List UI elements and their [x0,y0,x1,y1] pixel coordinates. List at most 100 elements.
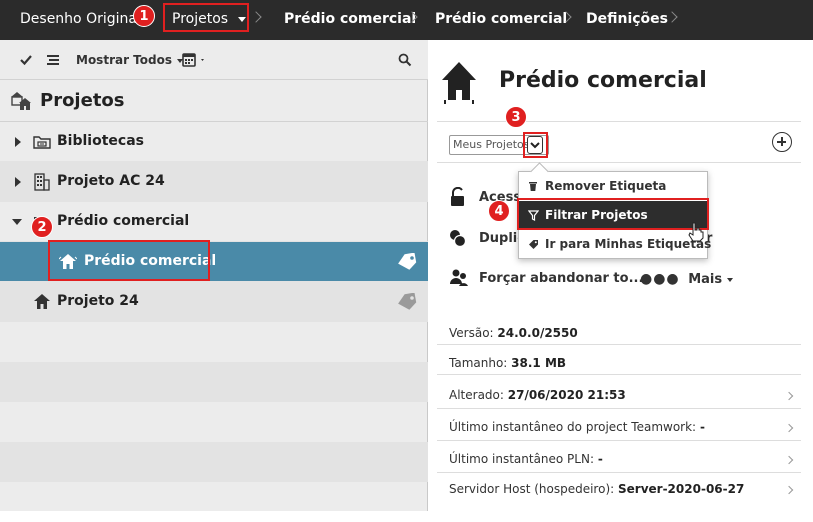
info-label: Tamanho: [449,356,508,370]
info-value: Server-2020-06-27 [618,482,745,496]
empty-row [0,362,428,402]
tree-row-label: Projeto 24 [57,293,139,309]
folder-library-icon [33,134,51,154]
search-icon[interactable] [398,53,412,71]
tree-row-projeto-24[interactable]: Projeto 24 [0,282,428,322]
tag-icon[interactable] [397,292,417,315]
divider [437,121,801,122]
breadcrumb-predio-comercial-2[interactable]: Prédio comercial [435,0,567,40]
breadcrumb-projetos-dropdown[interactable]: Projetos [172,0,247,40]
tree-title-label: Projetos [40,90,125,111]
duplicate-icon [449,228,467,252]
force-release-action[interactable]: Forçar abandonar to... [479,271,643,286]
show-all-label: Mostrar Todos [76,53,172,67]
empty-row [0,402,428,442]
tree-title: Projetos [0,80,428,122]
tree-row-label: Prédio comercial [57,213,190,229]
breadcrumb-desenho-original[interactable]: Desenho Original [20,0,141,40]
tree-row-projeto-ac-24[interactable]: Projeto AC 24 [0,162,428,202]
info-value: 38.1 MB [511,356,567,370]
filter-icon [528,210,539,221]
empty-row [0,322,428,362]
my-projects-select-value: Meus Projetos [453,138,530,151]
expand-arrow-icon[interactable] [15,177,21,187]
breadcrumb: Desenho Original Projetos Prédio comerci… [0,0,813,40]
tag-icon [529,240,538,249]
breadcrumb-predio-comercial-1[interactable]: Prédio comercial [284,0,416,40]
empty-row [0,482,428,522]
menu-item-filter-projects[interactable]: Filtrar Projetos [519,201,707,229]
tree-row-predio-comercial-parent[interactable]: Prédio comercial [0,202,428,242]
info-pln-snapshot[interactable]: Último instantâneo PLN: - [449,452,603,466]
menu-item-label: Ir para Minhas Etiquetas [545,237,712,251]
caret-down-icon [727,277,734,282]
more-dropdown[interactable]: ●●● Mais [640,271,734,287]
tree-row-label: Prédio comercial [84,253,217,269]
detail-title: Prédio comercial [499,68,707,93]
callout-4: 4 [488,200,510,222]
info-teamwork-snapshot[interactable]: Último instantâneo do project Teamwork: … [449,420,705,434]
divider [437,162,801,163]
tree-toolbar: Mostrar Todos [0,40,428,80]
projects-stack-icon [9,89,33,115]
chevron-right-icon [250,11,262,23]
info-label: Versão: [449,326,494,340]
unlock-icon [449,186,467,211]
breadcrumb-projetos-label: Projetos [172,11,229,27]
tree-row-label: Projeto AC 24 [57,173,165,189]
menu-item-go-to-my-tags[interactable]: Ir para Minhas Etiquetas [519,230,711,258]
divider [437,408,801,409]
info-value: 27/06/2020 21:53 [507,388,626,402]
collapse-arrow-icon[interactable] [12,219,22,225]
add-button[interactable] [772,132,792,152]
project-tree-panel: Mostrar Todos Projetos Bibliotecas Proje… [0,40,428,511]
info-value: 24.0.0/2550 [497,326,578,340]
divider [437,472,801,473]
menu-item-label: Remover Etiqueta [545,179,667,193]
select-dropdown-button[interactable] [527,136,543,154]
more-dots-icon: ●●● [640,271,680,287]
callout-2: 2 [31,216,53,238]
trash-icon [529,182,537,191]
info-label: Último instantâneo do project Teamwork: [449,420,697,434]
chevron-down-icon [530,142,540,149]
info-label: Último instantâneo PLN: [449,452,595,466]
hand-cursor-icon [688,222,704,242]
menu-item-label: Filtrar Projetos [545,208,648,222]
chevron-right-icon[interactable] [784,455,794,465]
show-all-dropdown[interactable]: Mostrar Todos [76,40,183,80]
calendar-icon[interactable] [182,52,206,72]
tree-row-bibliotecas[interactable]: Bibliotecas [0,122,428,162]
expand-arrow-icon[interactable] [15,137,21,147]
divider [437,374,801,375]
info-label: Alterado: [449,388,504,402]
caret-down-icon [238,16,247,22]
breadcrumb-definicoes[interactable]: Definições [586,0,668,40]
users-icon [449,267,469,291]
more-label: Mais [688,272,723,287]
chevron-right-icon[interactable] [784,391,794,401]
house-icon [33,293,51,315]
info-host-server[interactable]: Servidor Host (hospedeiro): Server-2020-… [449,482,744,496]
chevron-right-icon[interactable] [784,485,794,495]
list-icon[interactable] [46,53,60,71]
tag-context-menu: Remover Etiqueta Filtrar Projetos Ir par… [518,171,711,259]
building-icon [33,172,51,196]
divider [437,440,801,441]
project-house-icon [441,60,477,108]
divider [437,344,801,345]
empty-row [0,442,428,482]
teamwork-house-icon [58,253,78,275]
info-size: Tamanho: 38.1 MB [449,356,566,370]
info-label: Servidor Host (hospedeiro): [449,482,615,496]
tree-row-predio-comercial-selected[interactable]: Prédio comercial [0,242,428,282]
info-version: Versão: 24.0.0/2550 [449,326,578,340]
callout-1: 1 [133,5,155,27]
chevron-right-icon[interactable] [784,423,794,433]
tag-icon[interactable] [397,252,417,275]
menu-item-remove-tag[interactable]: Remover Etiqueta [519,172,707,200]
info-value: - [597,452,603,466]
checkmark-icon[interactable] [19,53,33,71]
info-modified[interactable]: Alterado: 27/06/2020 21:53 [449,388,626,402]
info-value: - [699,420,705,434]
